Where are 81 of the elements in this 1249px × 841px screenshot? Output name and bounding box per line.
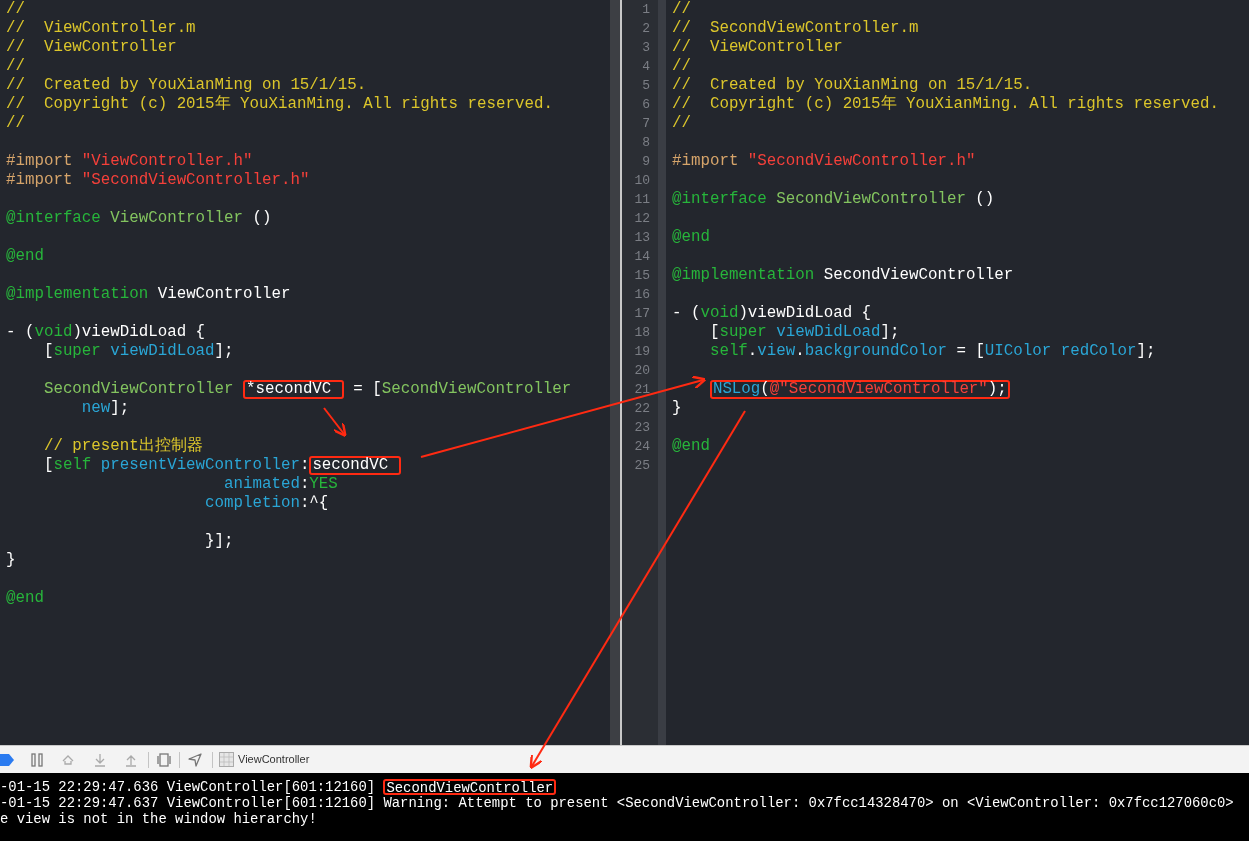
code-line: = [SecondViewController bbox=[352, 380, 572, 399]
code-line: // Copyright (c) 2015年 YouXianMing. All rights reserved. bbox=[6, 95, 553, 114]
line-number: 21 bbox=[634, 382, 650, 397]
code-line: @end bbox=[672, 228, 710, 247]
line-number: 10 bbox=[634, 173, 650, 188]
line-number: 7 bbox=[642, 116, 650, 131]
pause-icon[interactable] bbox=[31, 752, 43, 767]
code-line: self.view.backgroundColor = [UIColor redColor]; bbox=[708, 342, 1156, 361]
code-line: @end bbox=[6, 589, 44, 608]
console-line: -01-15 22:29:47.636 ViewController[601:12160] bbox=[0, 779, 377, 795]
code-line: }]; bbox=[204, 532, 234, 551]
code-line: animated:YES bbox=[223, 475, 338, 494]
line-number: 9 bbox=[642, 154, 650, 169]
highlight-box: secondVC bbox=[309, 456, 401, 475]
line-number: 12 bbox=[634, 211, 650, 226]
line-number: 15 bbox=[634, 268, 650, 283]
code-line: [self presentViewController: bbox=[42, 456, 310, 475]
grid-icon bbox=[219, 752, 234, 767]
code-line: #import "ViewController.h" bbox=[6, 152, 253, 171]
line-number: 4 bbox=[642, 59, 650, 74]
line-number: 13 bbox=[634, 230, 650, 245]
code-line: new]; bbox=[80, 399, 130, 418]
line-number: 24 bbox=[634, 439, 650, 454]
code-line: SecondViewController bbox=[42, 380, 235, 399]
step-over-icon[interactable] bbox=[61, 753, 75, 766]
code-line: @interface SecondViewController () bbox=[672, 190, 995, 209]
line-number: 1 bbox=[642, 2, 650, 17]
line-number: 2 bbox=[642, 21, 650, 36]
target-label[interactable]: ViewController bbox=[238, 751, 310, 768]
code-line: @implementation SecondViewController bbox=[672, 266, 1014, 285]
code-line: // bbox=[672, 57, 691, 76]
code-line: // SecondViewController.m bbox=[672, 19, 919, 38]
code-line: // bbox=[672, 114, 691, 133]
code-line: // bbox=[672, 0, 691, 19]
line-number: 25 bbox=[634, 458, 650, 473]
code-line: // bbox=[6, 114, 25, 133]
line-number: 19 bbox=[634, 344, 650, 359]
highlight-box: *secondVC bbox=[243, 380, 344, 399]
code-line: - (void)viewDidLoad { bbox=[672, 304, 872, 323]
code-line: #import "SecondViewController.h" bbox=[672, 152, 976, 171]
line-number: 22 bbox=[634, 401, 650, 416]
line-number: 3 bbox=[642, 40, 650, 55]
console-line: e view is not in the window hierarchy! bbox=[0, 811, 317, 827]
code-line: // Copyright (c) 2015年 YouXianMing. All rights reserved. bbox=[672, 95, 1219, 114]
highlight-box: NSLog(@"SecondViewController"); bbox=[709, 380, 1010, 399]
code-line: // present出控制器 bbox=[42, 437, 203, 456]
code-line: @implementation ViewController bbox=[6, 285, 291, 304]
code-line: } bbox=[672, 399, 682, 418]
code-line: - (void)viewDidLoad { bbox=[6, 323, 206, 342]
code-line: } bbox=[6, 551, 16, 570]
console-line: -01-15 22:29:47.637 ViewController[601:12160] Warning: Attempt to present <SecondViewController: 0x7fcc14328470> on <ViewController: 0x7fcc127060c0> bbox=[0, 795, 1234, 811]
code-line: [super viewDidLoad]; bbox=[42, 342, 234, 361]
line-number: 20 bbox=[634, 363, 650, 378]
code-line: #import "SecondViewController.h" bbox=[6, 171, 310, 190]
line-number: 8 bbox=[642, 135, 650, 150]
code-line: // Created by YouXianMing on 15/1/15. bbox=[6, 76, 367, 95]
line-number: 18 bbox=[634, 325, 650, 340]
code-line: @end bbox=[672, 437, 710, 456]
location-arrow-icon[interactable] bbox=[188, 752, 202, 767]
annotation-arrow bbox=[323, 407, 347, 438]
code-line: // ViewController bbox=[6, 38, 177, 57]
line-number: 14 bbox=[634, 249, 650, 264]
code-line: [super viewDidLoad]; bbox=[708, 323, 900, 342]
code-line: @end bbox=[6, 247, 44, 266]
line-number: 17 bbox=[634, 306, 650, 321]
view-hierarchy-icon[interactable] bbox=[157, 752, 171, 767]
code-line: completion:^{ bbox=[204, 494, 329, 513]
code-line: // ViewController.m bbox=[6, 19, 196, 38]
line-number: 23 bbox=[634, 420, 650, 435]
line-number: 6 bbox=[642, 97, 650, 112]
line-number: 11 bbox=[634, 192, 650, 207]
line-number: 5 bbox=[642, 78, 650, 93]
step-into-icon[interactable] bbox=[94, 752, 106, 767]
code-line: // bbox=[6, 0, 25, 19]
breakpoint-icon[interactable] bbox=[0, 753, 14, 766]
line-number: 16 bbox=[634, 287, 650, 302]
code-line: @interface ViewController () bbox=[6, 209, 272, 228]
code-line: // Created by YouXianMing on 15/1/15. bbox=[672, 76, 1033, 95]
code-line: // ViewController bbox=[672, 38, 843, 57]
code-line: // bbox=[6, 57, 25, 76]
highlight-box: SecondViewController bbox=[383, 779, 557, 795]
